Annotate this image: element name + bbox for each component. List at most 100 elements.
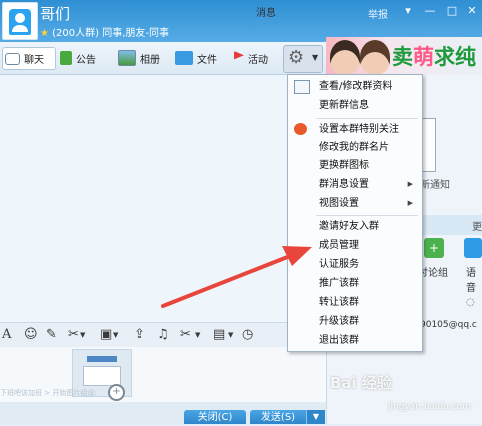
report-link[interactable]: 举报 xyxy=(368,6,388,21)
tab-files[interactable]: 文件 xyxy=(175,48,217,68)
discussion-group-icon[interactable]: + xyxy=(424,238,444,258)
tab-notice[interactable]: 公告 xyxy=(60,48,96,68)
tab-album[interactable]: 相册 xyxy=(118,48,160,68)
maximize-button[interactable]: □ xyxy=(442,4,462,18)
music-icon[interactable]: ♫ xyxy=(157,326,169,344)
upload-icon[interactable]: ⇪ xyxy=(134,326,145,344)
menu-item-label: 修改我的群名片 xyxy=(319,142,389,153)
more-link[interactable]: 更 xyxy=(472,218,482,233)
group-info: ★ (200人群) 同事,朋友-同事 xyxy=(40,24,169,39)
font-icon[interactable]: A xyxy=(2,326,11,344)
ad-text-part: 萌 xyxy=(413,45,434,69)
ad-face-image xyxy=(330,40,360,74)
menu-item-view-edit-profile[interactable]: 查看/修改群资料 xyxy=(288,77,422,96)
menu-item-label: 群消息设置 xyxy=(319,179,369,190)
tab-label: 相册 xyxy=(140,54,160,66)
menu-item-message-settings[interactable]: 群消息设置 ▶ xyxy=(288,175,422,194)
menu-item-edit-card[interactable]: 修改我的群名片 xyxy=(288,138,422,157)
screenshot-icon[interactable]: ✂ xyxy=(68,326,79,344)
pin-flag-icon xyxy=(234,51,244,60)
voice-label[interactable]: 语音 xyxy=(466,264,482,294)
tab-label: 活动 xyxy=(248,54,268,66)
scissors-icon[interactable]: ✂ xyxy=(180,326,191,344)
menu-item-label: 成员管理 xyxy=(319,240,359,251)
ad-text-part: 卖 xyxy=(392,45,413,69)
menu-item-label: 更换群图标 xyxy=(319,160,369,171)
submenu-arrow-icon: ▶ xyxy=(407,199,413,207)
menu-item-label: 退出该群 xyxy=(319,335,359,346)
tab-activity[interactable]: 活动 xyxy=(234,48,268,68)
watermark-url: jingyan.baidu.com xyxy=(388,402,472,412)
menu-item-label: 转让该群 xyxy=(319,297,359,308)
group-settings-menu: 查看/修改群资料 更新群信息 设置本群特别关注 修改我的群名片 更换群图标 群消… xyxy=(287,74,423,352)
folder-icon xyxy=(175,51,193,65)
menu-item-upgrade-group[interactable]: 升级该群 xyxy=(288,312,422,331)
menu-item-transfer-group[interactable]: 转让该群 xyxy=(288,293,422,312)
settings-button[interactable]: ⚙ ▼ xyxy=(283,45,323,73)
send-button[interactable]: 发送(S) xyxy=(250,410,306,424)
menu-item-special-attention[interactable]: 设置本群特别关注 xyxy=(288,120,422,139)
faint-text: 下班吧该加班 > 开始图片组设: xyxy=(0,389,97,397)
menu-item-certification[interactable]: 认证服务 xyxy=(288,255,422,274)
chevron-down-icon[interactable]: ▼ xyxy=(113,326,118,344)
magic-wand-icon[interactable]: ✎ xyxy=(46,326,57,344)
baidu-watermark: Bai 经验 xyxy=(330,374,392,392)
chat-bubble-icon[interactable]: ◌ xyxy=(466,297,475,308)
chevron-down-icon: ▼ xyxy=(312,53,319,62)
new-notice-link[interactable]: 新通知 xyxy=(420,176,450,191)
image-icon[interactable]: ▣ xyxy=(100,326,112,344)
chat-message-area[interactable] xyxy=(0,75,326,322)
menu-item-label: 邀请好友入群 xyxy=(319,221,379,232)
menu-item-change-icon[interactable]: 更换群图标 xyxy=(288,156,422,175)
ad-face-image xyxy=(360,40,390,74)
chevron-down-icon[interactable]: ▼ xyxy=(195,326,200,344)
menu-item-leave-group[interactable]: 退出该群 xyxy=(288,331,422,350)
minimize-button[interactable]: — xyxy=(420,4,440,18)
ad-text: 卖萌求纯 xyxy=(392,41,476,71)
menu-divider xyxy=(316,215,418,216)
menu-item-view-settings[interactable]: 视图设置 ▶ xyxy=(288,194,422,213)
flag-icon xyxy=(60,51,72,65)
zoom-icon[interactable]: + xyxy=(108,384,125,401)
close-window-button[interactable]: ✕ xyxy=(462,4,482,18)
group-info-text: (200人群) 同事,朋友-同事 xyxy=(52,28,170,39)
send-options-chevron-icon[interactable]: ▼ xyxy=(306,410,325,424)
chevron-down-icon[interactable]: ▼ xyxy=(228,326,233,344)
emoji-icon[interactable]: ☺ xyxy=(24,326,38,344)
member-email: 90105@qq.c xyxy=(420,320,477,330)
menu-item-label: 更新群信息 xyxy=(319,100,369,111)
tab-label: 公告 xyxy=(76,54,96,66)
star-icon: ★ xyxy=(40,28,49,39)
menu-item-label: 查看/修改群资料 xyxy=(319,81,393,92)
menu-item-update-info[interactable]: 更新群信息 xyxy=(288,96,422,115)
ad-banner[interactable]: 卖萌求纯 xyxy=(326,37,482,75)
menu-item-label: 认证服务 xyxy=(319,259,359,270)
keyboard-icon[interactable]: ▤ xyxy=(213,326,225,344)
input-toolbar: A ☺ ✎ ✂ ▼ ▣ ▼ ⇪ ♫ ✂ ▼ ▤ ▼ ◷ xyxy=(0,322,326,348)
menu-item-label: 升级该群 xyxy=(319,316,359,327)
tab-chat[interactable]: 聊天 xyxy=(2,47,56,70)
ad-text-part: 求纯 xyxy=(434,45,476,69)
tab-label: 聊天 xyxy=(24,55,44,66)
profile-card-icon xyxy=(294,80,310,94)
group-name[interactable]: 哥们 xyxy=(40,3,70,24)
message-record-button[interactable]: 消息 xyxy=(256,4,276,19)
chevron-down-icon[interactable]: ▼ xyxy=(80,326,85,344)
menu-item-label: 视图设置 xyxy=(319,198,359,209)
menu-divider xyxy=(316,118,418,119)
tab-label: 文件 xyxy=(197,54,217,66)
photo-icon xyxy=(118,50,136,66)
qq-attention-icon xyxy=(294,123,307,135)
menu-item-label: 设置本群特别关注 xyxy=(319,124,399,135)
chat-bubble-icon xyxy=(5,52,20,65)
voice-icon[interactable] xyxy=(464,238,482,258)
gear-icon: ⚙ xyxy=(288,47,305,68)
close-button[interactable]: 关闭(C) xyxy=(184,410,246,424)
menu-item-label: 推广该群 xyxy=(319,278,359,289)
clock-icon[interactable]: ◷ xyxy=(242,326,253,344)
group-avatar[interactable] xyxy=(2,2,38,40)
menu-item-invite-friends[interactable]: 邀请好友入群 xyxy=(288,217,422,236)
dropdown-window-button[interactable]: ▾ xyxy=(398,4,418,18)
menu-item-promote-group[interactable]: 推广该群 xyxy=(288,274,422,293)
menu-item-member-management[interactable]: 成员管理 xyxy=(288,236,422,255)
